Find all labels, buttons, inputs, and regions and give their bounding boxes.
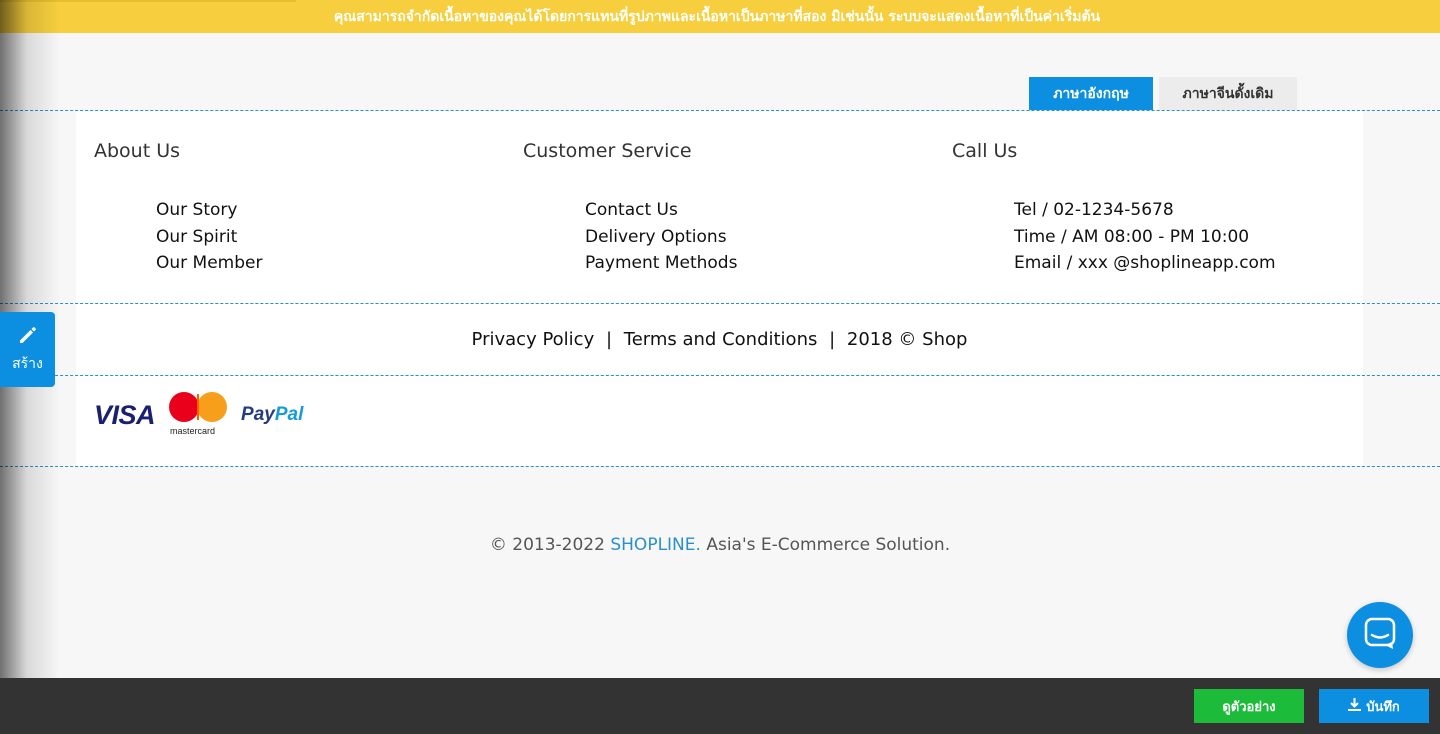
- terms-link[interactable]: Terms and Conditions: [624, 329, 818, 350]
- footer-contact-phone: Tel / 02-1234-5678: [1014, 200, 1174, 220]
- notice-text: คุณสามารถจำกัดเนื้อหาของคุณได้โดยการแทนท…: [333, 8, 1101, 25]
- save-label: บันทึก: [1366, 699, 1400, 715]
- footer-link-delivery-options[interactable]: Delivery Options: [585, 224, 737, 251]
- mastercard-logo: mastercard: [169, 392, 228, 438]
- paypal-logo: PayPal: [241, 404, 304, 425]
- preview-button[interactable]: ดูตัวอย่าง: [1194, 689, 1304, 723]
- tab-english[interactable]: ภาษาอังกฤษ: [1029, 77, 1153, 110]
- section-divider: [0, 466, 1440, 467]
- create-label: สร้าง: [12, 355, 43, 372]
- platform-copyright: © 2013-2022 SHOPLINE. Asia's E-Commerce …: [0, 535, 1440, 555]
- shopline-link[interactable]: SHOPLINE.: [610, 535, 701, 555]
- pencil-icon: [18, 325, 38, 349]
- footer-link-our-member[interactable]: Our Member: [156, 250, 262, 277]
- footer-contact-list: Tel / 02-1234-5678 Time / AM 08:00 - PM …: [1014, 197, 1276, 277]
- footer-column-title: Call Us: [952, 140, 1018, 162]
- policy-line: Privacy Policy | Terms and Conditions | …: [472, 329, 968, 350]
- shop-copyright: 2018 © Shop: [846, 329, 968, 350]
- chat-button[interactable]: [1347, 602, 1413, 668]
- chat-icon: [1363, 616, 1397, 654]
- language-tabs: ภาษาอังกฤษ ภาษาจีนดั้งเดิม: [1029, 77, 1297, 110]
- payment-logos: VISA mastercard PayPal: [94, 392, 303, 438]
- footer-links-section[interactable]: About Us Our Story Our Spirit Our Member…: [76, 111, 1363, 303]
- policy-separator: |: [829, 329, 836, 350]
- footer-contact-email: Email / xxx @shoplineapp.com: [1014, 253, 1276, 273]
- footer-policy-section[interactable]: Privacy Policy | Terms and Conditions | …: [76, 304, 1363, 375]
- notice-bar: คุณสามารถจำกัดเนื้อหาของคุณได้โดยการแทนท…: [0, 0, 1440, 33]
- footer-link-list: Our Story Our Spirit Our Member: [156, 197, 262, 277]
- footer-column-title: Customer Service: [523, 140, 692, 162]
- copyright-suffix: Asia's E-Commerce Solution.: [706, 535, 951, 555]
- create-button[interactable]: สร้าง: [0, 312, 55, 387]
- download-icon: [1348, 697, 1362, 715]
- copyright-prefix: © 2013-2022: [489, 535, 605, 555]
- footer-link-payment-methods[interactable]: Payment Methods: [585, 250, 737, 277]
- visa-logo: VISA: [94, 399, 156, 430]
- footer-contact-hours: Time / AM 08:00 - PM 10:00: [1014, 226, 1250, 247]
- privacy-policy-link[interactable]: Privacy Policy: [472, 329, 595, 350]
- footer-link-our-spirit[interactable]: Our Spirit: [156, 224, 262, 251]
- tab-traditional-chinese[interactable]: ภาษาจีนดั้งเดิม: [1159, 77, 1297, 110]
- footer-link-our-story[interactable]: Our Story: [156, 197, 262, 224]
- footer-payment-section[interactable]: VISA mastercard PayPal: [76, 376, 1363, 466]
- footer-column-title: About Us: [94, 140, 181, 162]
- save-button[interactable]: บันทึก: [1319, 689, 1429, 723]
- footer-link-list: Contact Us Delivery Options Payment Meth…: [585, 197, 737, 277]
- policy-separator: |: [605, 329, 613, 350]
- footer-link-contact-us[interactable]: Contact Us: [585, 197, 737, 224]
- bottom-action-bar: ดูตัวอย่าง บันทึก: [0, 678, 1440, 734]
